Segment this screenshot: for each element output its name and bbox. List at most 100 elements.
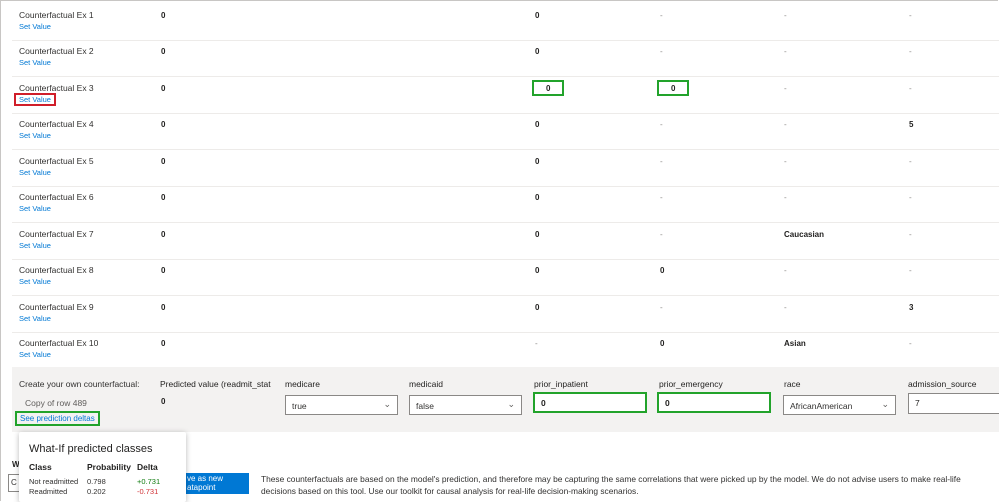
cell-prior-emergency: - bbox=[660, 303, 663, 312]
class-delta: -0.731 bbox=[137, 487, 159, 496]
race-header: race bbox=[784, 379, 801, 389]
set-value-link[interactable]: Set Value bbox=[14, 93, 56, 106]
race-dropdown[interactable]: AfricanAmerican ⌄ bbox=[783, 395, 896, 415]
cell-prior-inpatient: 0 bbox=[535, 47, 540, 56]
class-name: Not readmitted bbox=[29, 477, 79, 486]
cell-admission-source: - bbox=[909, 339, 912, 348]
class-probability: 0.798 bbox=[87, 477, 106, 486]
cell-prior-emergency: 0 bbox=[660, 339, 665, 348]
row-name: Counterfactual Ex 8 bbox=[19, 265, 94, 275]
cell-race: - bbox=[784, 193, 787, 202]
row-name: Counterfactual Ex 10 bbox=[19, 338, 99, 348]
set-value-link[interactable]: Set Value bbox=[19, 350, 51, 359]
cell-prior-emergency: 0 bbox=[657, 80, 689, 96]
medicaid-dropdown[interactable]: false ⌄ bbox=[409, 395, 522, 415]
race-value: AfricanAmerican bbox=[790, 401, 853, 411]
what-if-predicted-classes-tooltip: What-If predicted classes Class Probabil… bbox=[19, 432, 186, 502]
table-row: Counterfactual Ex 8 Set Value 0 0 0 - - bbox=[12, 259, 999, 296]
row-name: Counterfactual Ex 7 bbox=[19, 229, 94, 239]
cell-pred: 0 bbox=[161, 157, 166, 166]
cell-race: - bbox=[784, 266, 787, 275]
table-row: Counterfactual Ex 5 Set Value 0 0 - - - bbox=[12, 150, 999, 187]
row-name: Counterfactual Ex 3 bbox=[19, 83, 94, 93]
set-value-link[interactable]: Set Value bbox=[19, 22, 51, 31]
chevron-down-icon: ⌄ bbox=[507, 399, 515, 409]
cell-race: - bbox=[784, 47, 787, 56]
prior-emergency-header: prior_emergency bbox=[659, 379, 723, 389]
cell-pred: 0 bbox=[161, 266, 166, 275]
cell-race: - bbox=[784, 11, 787, 20]
cell-prior-emergency: 0 bbox=[660, 266, 665, 275]
row-name: Counterfactual Ex 9 bbox=[19, 302, 94, 312]
set-value-link[interactable]: Set Value bbox=[19, 314, 51, 323]
set-value-link[interactable]: Set Value bbox=[19, 168, 51, 177]
cell-admission-source: - bbox=[909, 193, 912, 202]
prior-inpatient-input[interactable]: 0 bbox=[533, 392, 647, 413]
tooltip-title: What-If predicted classes bbox=[29, 443, 153, 455]
admission-source-input[interactable]: 7 bbox=[908, 393, 999, 414]
medicare-value: true bbox=[292, 401, 307, 411]
cell-prior-inpatient: 0 bbox=[535, 120, 540, 129]
cell-pred: 0 bbox=[161, 193, 166, 202]
chevron-down-icon: ⌄ bbox=[881, 399, 889, 409]
cell-race: Caucasian bbox=[784, 230, 825, 239]
cell-prior-inpatient: 0 bbox=[535, 157, 540, 166]
medicare-header: medicare bbox=[285, 379, 320, 389]
predicted-value: 0 bbox=[161, 397, 166, 406]
cell-race: - bbox=[784, 157, 787, 166]
custom-title: Create your own counterfactual: bbox=[19, 379, 140, 389]
cell-prior-inpatient: 0 bbox=[535, 230, 540, 239]
medicaid-header: medicaid bbox=[409, 379, 444, 389]
copy-of-row-label: Copy of row 489 bbox=[25, 398, 87, 408]
cell-admission-source: - bbox=[909, 11, 912, 20]
cell-prior-inpatient: 0 bbox=[535, 11, 540, 20]
class-name: Readmitted bbox=[29, 487, 68, 496]
disclaimer-text: These counterfactuals are based on the m… bbox=[261, 474, 961, 496]
cell-prior-emergency: - bbox=[660, 47, 663, 56]
cell-pred: 0 bbox=[161, 84, 166, 93]
medicare-dropdown[interactable]: true ⌄ bbox=[285, 395, 398, 415]
cell-prior-inpatient: 0 bbox=[535, 266, 540, 275]
row-name: Counterfactual Ex 2 bbox=[19, 46, 94, 56]
delta-header: Delta bbox=[137, 462, 158, 472]
cell-pred: 0 bbox=[161, 47, 166, 56]
class-header: Class bbox=[29, 462, 52, 472]
set-value-link[interactable]: Set Value bbox=[19, 204, 51, 213]
table-row: Counterfactual Ex 10 Set Value 0 - 0 Asian - bbox=[12, 332, 999, 369]
cell-admission-source: - bbox=[909, 157, 912, 166]
set-value-link[interactable]: Set Value bbox=[19, 131, 51, 140]
cell-race: - bbox=[784, 120, 787, 129]
see-prediction-deltas-link[interactable]: See prediction deltas bbox=[15, 411, 100, 426]
set-value-link[interactable]: Set Value bbox=[19, 241, 51, 250]
cell-admission-source: - bbox=[909, 84, 912, 93]
class-probability: 0.202 bbox=[87, 487, 106, 496]
cell-race: - bbox=[784, 303, 787, 312]
probability-header: Probability bbox=[87, 462, 131, 472]
cell-prior-emergency: - bbox=[660, 230, 663, 239]
cell-race: Asian bbox=[784, 339, 806, 348]
table-row: Counterfactual Ex 4 Set Value 0 0 - - 5 bbox=[12, 113, 999, 150]
row-name: Counterfactual Ex 5 bbox=[19, 156, 94, 166]
cell-pred: 0 bbox=[161, 11, 166, 20]
set-value-link[interactable]: Set Value bbox=[19, 58, 51, 67]
cell-prior-inpatient: - bbox=[535, 339, 538, 348]
prior-inpatient-header: prior_inpatient bbox=[534, 379, 588, 389]
cell-prior-inpatient: 0 bbox=[535, 193, 540, 202]
table-row: Counterfactual Ex 2 Set Value 0 0 - - - bbox=[12, 40, 999, 77]
cell-admission-source: - bbox=[909, 47, 912, 56]
table-row: Counterfactual Ex 1 Set Value 0 0 - - - bbox=[12, 4, 999, 41]
save-button-line2: atapoint bbox=[187, 483, 216, 492]
table-row: Counterfactual Ex 9 Set Value 0 0 - - 3 bbox=[12, 296, 999, 333]
cell-prior-emergency: - bbox=[660, 120, 663, 129]
cell-admission-source: 5 bbox=[909, 120, 914, 129]
medicaid-value: false bbox=[416, 401, 434, 411]
cell-admission-source: - bbox=[909, 230, 912, 239]
set-value-link[interactable]: Set Value bbox=[19, 277, 51, 286]
table-row: Counterfactual Ex 7 Set Value 0 0 - Caucasian… bbox=[12, 223, 999, 260]
cell-admission-source: 3 bbox=[909, 303, 914, 312]
row-name: Counterfactual Ex 4 bbox=[19, 119, 94, 129]
table-row: Counterfactual Ex 6 Set Value 0 0 - - - bbox=[12, 186, 999, 223]
cell-pred: 0 bbox=[161, 303, 166, 312]
cell-prior-emergency: - bbox=[660, 193, 663, 202]
prior-emergency-input[interactable]: 0 bbox=[657, 392, 771, 413]
